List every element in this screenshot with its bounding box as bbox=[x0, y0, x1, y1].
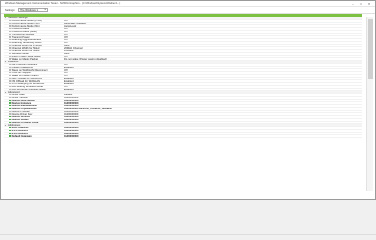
setting-icon bbox=[9, 22, 11, 24]
setting-icon bbox=[9, 88, 11, 90]
setting-icon bbox=[9, 39, 11, 41]
setting-icon bbox=[9, 28, 11, 30]
active-setting-icon bbox=[9, 118, 11, 121]
active-setting-icon bbox=[9, 99, 11, 101]
setting-icon bbox=[9, 36, 11, 38]
setting-icon bbox=[9, 83, 11, 85]
chevron-down-icon: ▼ bbox=[44, 9, 47, 11]
maximize-button[interactable]: □ bbox=[357, 1, 365, 7]
property-value[interactable]: 0x00000000 bbox=[62, 135, 362, 137]
setting-icon bbox=[9, 63, 11, 66]
setting-icon bbox=[9, 41, 11, 44]
setting-icon bbox=[9, 50, 11, 52]
setting-icon bbox=[9, 33, 11, 35]
setting-icon bbox=[9, 72, 11, 74]
setting-icon bbox=[9, 74, 11, 77]
setting-icon bbox=[9, 19, 11, 22]
active-setting-icon bbox=[9, 135, 11, 137]
active-setting-icon bbox=[9, 132, 11, 134]
setting-icon bbox=[9, 77, 11, 79]
setting-icon bbox=[9, 96, 11, 99]
setting-icon bbox=[9, 58, 11, 60]
active-setting-icon bbox=[9, 127, 11, 129]
setting-icon bbox=[9, 80, 11, 82]
property-name: Default Gateway bbox=[4, 135, 62, 137]
setting-icon bbox=[9, 30, 11, 33]
active-setting-icon bbox=[9, 102, 11, 104]
settings-label: Settings: bbox=[5, 8, 16, 12]
active-setting-icon bbox=[9, 129, 11, 132]
vertical-scrollbar[interactable] bbox=[366, 17, 373, 191]
setting-icon bbox=[9, 113, 11, 115]
setting-icon bbox=[9, 47, 11, 49]
setting-icon bbox=[9, 52, 11, 55]
property-list: ▾ Network Settings Performance Mode (2.4G)… bbox=[4, 17, 362, 191]
settings-combo-value: The Windows 1 bbox=[20, 8, 38, 12]
minimize-button[interactable]: – bbox=[349, 1, 357, 7]
close-button[interactable]: ✕ bbox=[365, 1, 373, 7]
property-row[interactable]: Default Gateway 0x00000000 bbox=[4, 135, 362, 138]
setting-icon bbox=[9, 25, 11, 27]
scrollbar-thumb[interactable] bbox=[368, 19, 373, 79]
setting-icon bbox=[9, 44, 11, 46]
active-setting-icon bbox=[9, 121, 11, 123]
window-controls: – □ ✕ bbox=[349, 1, 373, 7]
setting-icon bbox=[9, 85, 11, 88]
setting-icon bbox=[9, 110, 11, 112]
setting-icon bbox=[9, 69, 11, 71]
window-title: Windows Management Instrumentation Teste… bbox=[5, 2, 121, 5]
settings-combo[interactable]: The Windows 1 ▼ bbox=[18, 8, 49, 12]
setting-icon bbox=[9, 94, 11, 96]
setting-icon bbox=[9, 55, 11, 57]
active-setting-icon bbox=[9, 107, 11, 110]
setting-icon bbox=[9, 66, 11, 68]
status-bar bbox=[0, 234, 376, 240]
label-text: Default Gateway bbox=[11, 135, 32, 138]
toolbar: Settings: The Windows 1 ▼ bbox=[1, 7, 375, 14]
active-setting-icon bbox=[9, 116, 11, 118]
active-setting-icon bbox=[9, 105, 11, 107]
